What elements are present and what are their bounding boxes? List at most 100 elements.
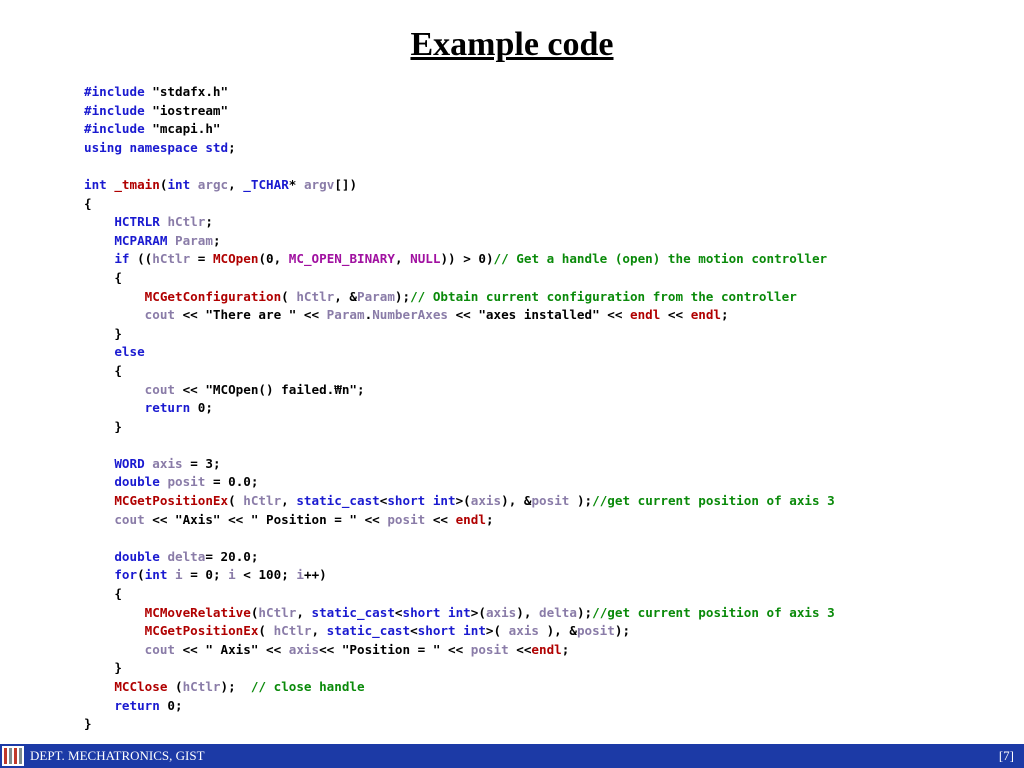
code-token: #include bbox=[84, 121, 145, 137]
code-token: ( bbox=[137, 567, 145, 583]
code-token: cout bbox=[144, 307, 176, 323]
code-line: MCGetConfiguration( hCtlr, &Param);// Ob… bbox=[84, 288, 835, 307]
code-token: if bbox=[114, 251, 130, 267]
code-token: { bbox=[84, 586, 122, 602]
code-token: // Get a handle (open) the motion contro… bbox=[493, 251, 828, 267]
code-token: delta bbox=[167, 548, 206, 564]
code-line: MCClose (hCtlr); // close handle bbox=[84, 678, 835, 697]
code-token: ( bbox=[281, 288, 297, 304]
code-token: { bbox=[84, 362, 122, 378]
code-token: ( bbox=[228, 493, 244, 509]
code-token: >( bbox=[470, 604, 486, 620]
code-token: NULL bbox=[410, 251, 441, 267]
code-token: []) bbox=[334, 176, 358, 192]
code-token: cout bbox=[144, 381, 176, 397]
code-line: cout << "There are " << Param.NumberAxes… bbox=[84, 306, 835, 325]
code-line: MCMoveRelative(hCtlr, static_cast<short … bbox=[84, 604, 835, 623]
code-token: , bbox=[394, 251, 411, 267]
code-token: static_cast bbox=[326, 623, 411, 639]
code-line: { bbox=[84, 269, 835, 288]
code-token: endl bbox=[690, 307, 722, 323]
code-token: Param bbox=[357, 288, 395, 304]
code-token: << bbox=[508, 641, 532, 657]
code-token: hCtlr bbox=[152, 251, 191, 267]
code-token: short int bbox=[387, 493, 456, 509]
code-token: HCTRLR bbox=[114, 214, 160, 230]
code-token: * bbox=[288, 176, 304, 192]
code-line: else bbox=[84, 343, 835, 362]
code-token: ), bbox=[516, 604, 540, 620]
code-token: short int bbox=[417, 623, 486, 639]
code-line: } bbox=[84, 418, 835, 437]
code-token: i bbox=[175, 567, 183, 583]
code-token: ( bbox=[167, 679, 183, 694]
code-token: endl bbox=[531, 641, 562, 657]
code-token: #include bbox=[84, 84, 145, 99]
code-line: #include "stdafx.h" bbox=[84, 83, 835, 102]
code-token: ++) bbox=[303, 567, 327, 583]
code-token: ; bbox=[228, 139, 236, 155]
code-line: using namespace std; bbox=[84, 139, 835, 158]
code-token: << "axes installed" << bbox=[448, 307, 630, 323]
code-token: i bbox=[228, 567, 236, 583]
code-token: hCtlr bbox=[258, 604, 297, 620]
code-token: #include bbox=[84, 102, 145, 118]
code-token: // close handle bbox=[250, 679, 365, 694]
code-token: hCtlr bbox=[182, 679, 221, 694]
code-token: ); bbox=[394, 288, 411, 304]
code-token: WORD bbox=[114, 455, 145, 471]
code-token: ); bbox=[576, 604, 593, 620]
code-token: int bbox=[167, 176, 191, 192]
code-token: ); bbox=[614, 623, 631, 639]
code-token: short int bbox=[402, 604, 471, 620]
code-token: , bbox=[311, 623, 327, 639]
code-token: hCtlr bbox=[167, 214, 206, 230]
code-token: cout bbox=[114, 511, 145, 527]
code-line: HCTRLR hCtlr; bbox=[84, 213, 835, 232]
code-token: << bbox=[660, 307, 691, 323]
code-token: << "Position = " << bbox=[319, 641, 471, 657]
code-token: = 3; bbox=[182, 455, 221, 471]
footer-page-number: [7] bbox=[998, 748, 1014, 763]
code-token: ; bbox=[212, 232, 221, 248]
code-token: << "MCOpen() failed.₩n"; bbox=[175, 381, 365, 397]
code-token: int bbox=[84, 176, 107, 192]
code-token: = 0.0; bbox=[205, 474, 259, 490]
code-token: >( bbox=[485, 623, 509, 639]
code-token: axis bbox=[288, 641, 320, 657]
code-token: int bbox=[144, 567, 168, 583]
code-token: << "There are " << bbox=[175, 307, 327, 323]
code-token: << " Axis" << bbox=[175, 641, 289, 657]
code-line: #include "iostream" bbox=[84, 102, 835, 121]
code-token: = 0; bbox=[182, 567, 229, 583]
code-token: ), & bbox=[501, 493, 532, 509]
code-line: { bbox=[84, 195, 835, 214]
code-token: 0; bbox=[159, 697, 183, 713]
code-token: posit bbox=[576, 623, 615, 639]
code-token: )) > 0) bbox=[440, 251, 494, 267]
code-token: axis bbox=[508, 623, 540, 639]
code-token: ), & bbox=[539, 623, 577, 639]
code-token: posit bbox=[167, 474, 206, 490]
code-token: // Obtain current configuration from the… bbox=[410, 288, 797, 304]
code-token: ); bbox=[569, 493, 593, 509]
code-token: , bbox=[296, 604, 312, 620]
code-token: = 20.0; bbox=[205, 548, 259, 564]
code-token: argv bbox=[303, 176, 335, 192]
code-line: #include "mcapi.h" bbox=[84, 120, 835, 139]
code-line: return 0; bbox=[84, 697, 835, 716]
code-token: (0, bbox=[258, 251, 289, 267]
code-token: posit bbox=[387, 511, 426, 527]
code-token: posit bbox=[531, 493, 570, 509]
code-line: MCGetPositionEx( hCtlr, static_cast<shor… bbox=[84, 492, 834, 511]
code-token: static_cast bbox=[311, 604, 395, 620]
